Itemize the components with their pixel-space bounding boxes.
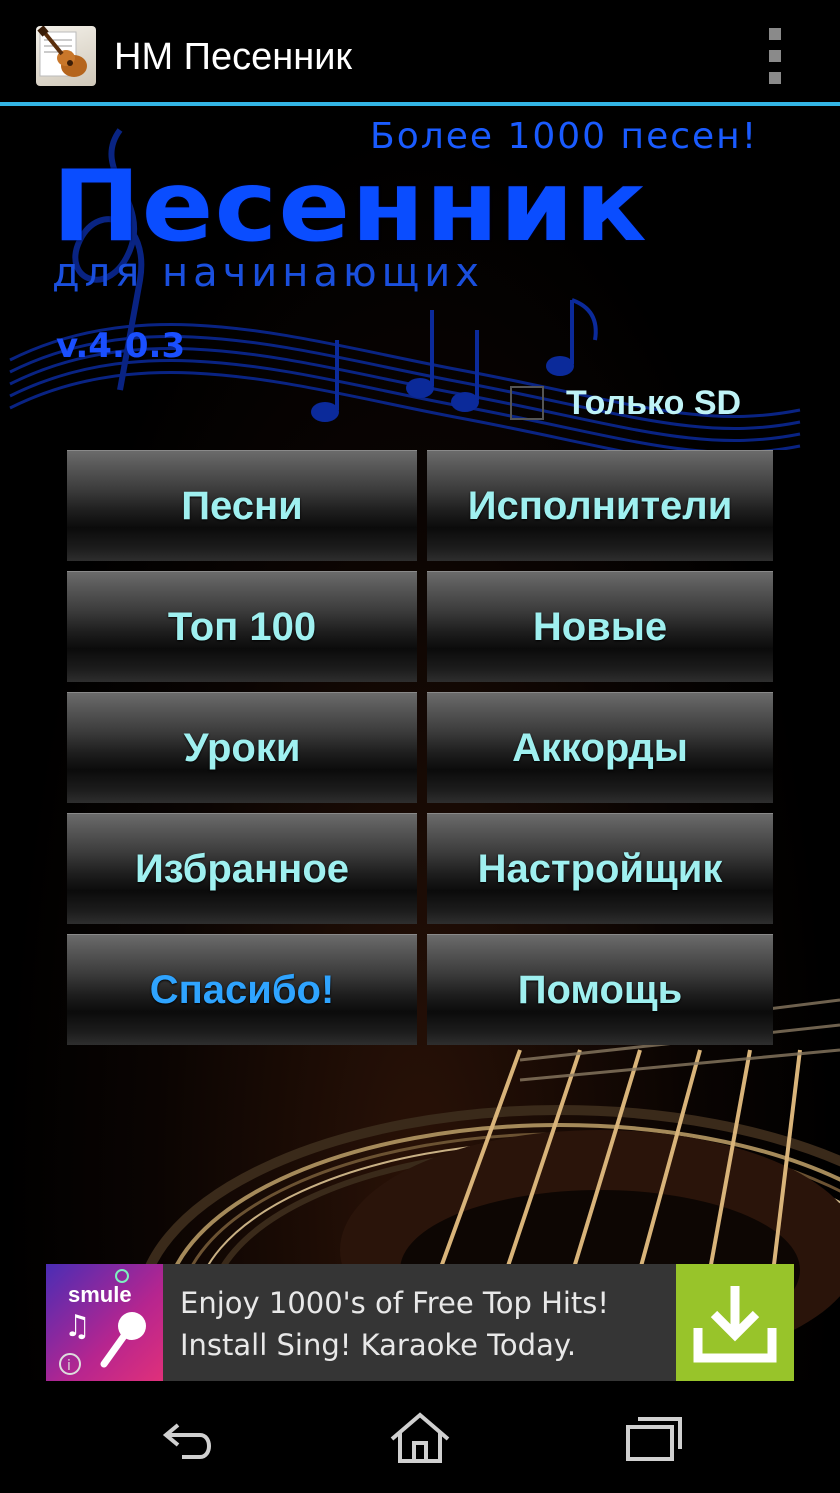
main-content: Более 1000 песен! Песенник для начинающи…: [0, 110, 840, 1380]
main-menu-grid: Песни Исполнители Топ 100 Новые Уроки Ак…: [67, 450, 773, 1045]
ad-headline: Enjoy 1000's of Free Top Hits!: [180, 1286, 610, 1320]
app-title: НМ Песенник: [114, 36, 353, 78]
top100-button[interactable]: Топ 100: [67, 571, 417, 682]
tuner-button[interactable]: Настройщик: [427, 813, 773, 924]
version-label: v.4.0.3: [56, 326, 186, 366]
action-bar: НМ Песенник: [0, 0, 840, 106]
download-icon[interactable]: [676, 1264, 794, 1381]
new-songs-button[interactable]: Новые: [427, 571, 773, 682]
songs-button[interactable]: Песни: [67, 450, 417, 561]
favorites-button[interactable]: Избранное: [67, 813, 417, 924]
svg-text:♫: ♫: [64, 1309, 91, 1344]
thanks-button[interactable]: Спасибо!: [67, 934, 417, 1045]
artists-button[interactable]: Исполнители: [427, 450, 773, 561]
guitar-icon[interactable]: [36, 26, 96, 86]
smule-logo[interactable]: smule ♫ i: [46, 1264, 163, 1381]
logo-subtitle: для начинающих: [52, 250, 484, 296]
ad-subline: Install Sing! Karaoke Today.: [180, 1328, 577, 1362]
logo-title: Песенник: [52, 150, 648, 264]
help-button[interactable]: Помощь: [427, 934, 773, 1045]
sd-only-label[interactable]: Только SD: [566, 384, 741, 423]
system-nav-bar: [0, 1381, 840, 1493]
ad-banner[interactable]: smule ♫ i Enjoy 1000's of Free Top Hits!…: [46, 1264, 794, 1381]
home-icon[interactable]: [388, 1409, 452, 1465]
sd-only-checkbox[interactable]: [510, 386, 544, 420]
svg-text:i: i: [67, 1358, 71, 1374]
recents-icon[interactable]: [622, 1409, 686, 1465]
chords-button[interactable]: Аккорды: [427, 692, 773, 803]
overflow-menu-icon[interactable]: [760, 28, 790, 84]
back-icon[interactable]: [156, 1409, 220, 1465]
lessons-button[interactable]: Уроки: [67, 692, 417, 803]
